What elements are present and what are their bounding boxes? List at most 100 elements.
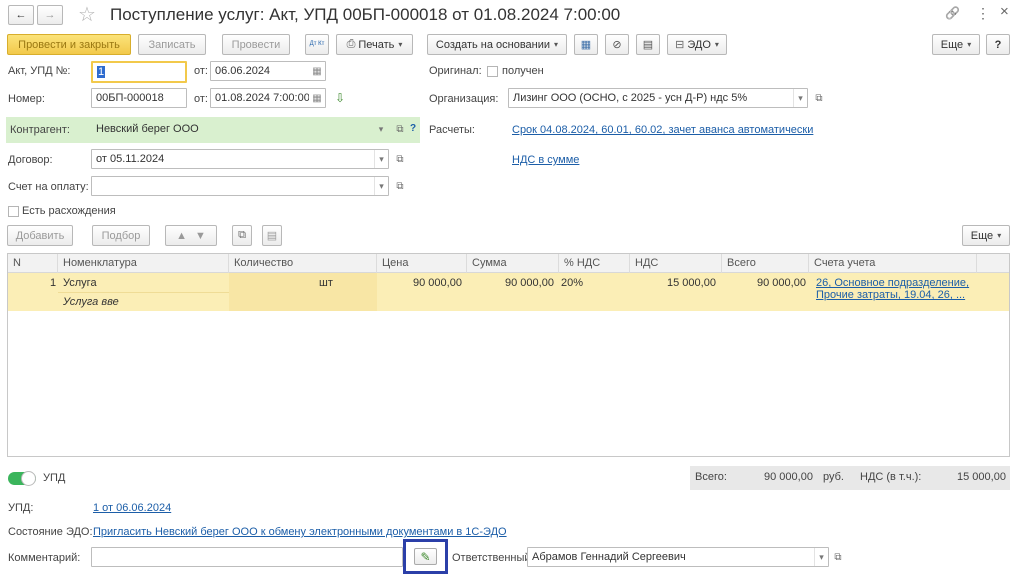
print-button[interactable]: ⎙ Печать ▾ bbox=[336, 34, 413, 55]
toggle-knob bbox=[21, 471, 36, 486]
calendar-icon[interactable]: ▦ bbox=[309, 89, 325, 107]
save-button[interactable]: Записать bbox=[138, 34, 206, 55]
number-label: Номер: bbox=[8, 93, 45, 105]
number-date-value: 01.08.2024 7:00:00 bbox=[215, 92, 309, 104]
act-number-input[interactable]: 1 bbox=[91, 61, 187, 83]
row-accounts-link-2[interactable]: Прочие затраты, 19.04, 26, ... bbox=[816, 289, 965, 301]
invoice-select[interactable]: ▾ bbox=[91, 176, 389, 196]
favorite-star-icon[interactable]: ☆ bbox=[78, 2, 96, 27]
edo-state-label: Состояние ЭДО: bbox=[8, 526, 93, 538]
col-accounts[interactable]: Счета учета bbox=[809, 254, 977, 273]
table-row[interactable]: 1 Услуга Услуга вве шт 90 000,00 90 000,… bbox=[8, 273, 1009, 311]
settlements-label: Расчеты: bbox=[429, 124, 475, 136]
attachment-icon[interactable]: ⊘ bbox=[605, 34, 629, 55]
move-up-down-button[interactable]: ▲ ▼ bbox=[165, 225, 217, 246]
upd-link[interactable]: 1 от 06.06.2024 bbox=[93, 502, 171, 514]
row-item-content[interactable]: Услуга вве bbox=[63, 296, 119, 308]
chevron-down-icon[interactable]: ▾ bbox=[814, 548, 828, 566]
act-number-value: 1 bbox=[97, 66, 106, 78]
organization-select[interactable]: Лизинг ООО (ОСНО, с 2025 - усн Д-Р) ндс … bbox=[508, 88, 808, 108]
arrow-up-icon: ▲ bbox=[176, 229, 187, 242]
counterparty-select[interactable]: Невский берег ООО ▾ bbox=[91, 119, 389, 139]
row-unit[interactable]: шт bbox=[319, 277, 333, 289]
open-counterparty-icon[interactable]: ⧉ bbox=[393, 122, 407, 136]
col-quantity[interactable]: Количество bbox=[229, 254, 377, 273]
edit-pencil-icon[interactable]: ✎ bbox=[414, 548, 437, 565]
document-icon[interactable]: ▤ bbox=[636, 34, 660, 55]
open-contract-icon[interactable]: ⧉ bbox=[393, 152, 407, 166]
col-n[interactable]: N bbox=[8, 254, 58, 273]
act-number-label: Акт, УПД №: bbox=[8, 65, 71, 77]
contract-select[interactable]: от 05.11.2024 ▾ bbox=[91, 149, 389, 169]
vat-in-sum-link[interactable]: НДС в сумме bbox=[512, 154, 579, 166]
row-total[interactable]: 90 000,00 bbox=[757, 277, 806, 289]
title-bar: ← → ☆ Поступление услуг: Акт, УПД 00БП-0… bbox=[0, 0, 1024, 30]
organization-value: Лизинг ООО (ОСНО, с 2025 - усн Д-Р) ндс … bbox=[513, 92, 748, 104]
forward-button[interactable]: → bbox=[37, 5, 63, 25]
chevron-down-icon[interactable]: ▾ bbox=[374, 120, 388, 138]
counterparty-label: Контрагент: bbox=[10, 124, 70, 136]
table-more-button[interactable]: Еще ▾ bbox=[962, 225, 1010, 246]
open-organization-icon[interactable]: ⧉ bbox=[812, 91, 826, 105]
calendar-icon[interactable]: ▦ bbox=[309, 62, 325, 80]
counterparty-help-icon[interactable]: ? bbox=[410, 123, 416, 134]
more-menu-icon[interactable]: ⋮ bbox=[976, 5, 990, 22]
row-item[interactable]: Услуга bbox=[63, 277, 97, 289]
table-more-label: Еще bbox=[970, 229, 994, 242]
back-button[interactable]: ← bbox=[8, 5, 34, 25]
col-price[interactable]: Цена bbox=[377, 254, 467, 273]
paste-row-icon[interactable]: ▤ bbox=[262, 225, 282, 246]
create-based-label: Создать на основании bbox=[435, 38, 551, 51]
post-button[interactable]: Провести bbox=[222, 34, 290, 55]
row-divider bbox=[58, 292, 229, 293]
open-responsible-icon[interactable]: ⧉ bbox=[831, 550, 845, 564]
row-vat-rate[interactable]: 20% bbox=[561, 277, 583, 289]
structure-icon[interactable]: ▦ bbox=[574, 34, 598, 55]
chevron-down-icon: ▾ bbox=[967, 40, 972, 49]
chevron-down-icon: ▾ bbox=[554, 40, 559, 49]
number-input[interactable]: 00БП-000018 bbox=[91, 88, 187, 108]
col-sum[interactable]: Сумма bbox=[467, 254, 559, 273]
upd-toggle[interactable] bbox=[8, 471, 36, 486]
open-invoice-icon[interactable]: ⧉ bbox=[393, 179, 407, 193]
responsible-select[interactable]: Абрамов Геннадий Сергеевич ▾ bbox=[527, 547, 829, 567]
act-date-input[interactable]: 06.06.2024 ▦ bbox=[210, 61, 326, 81]
link-icon[interactable]: 🔗 bbox=[945, 6, 960, 20]
vat-total-value: 15 000,00 bbox=[957, 471, 1006, 483]
pick-button[interactable]: Подбор bbox=[92, 225, 150, 246]
col-vat[interactable]: НДС bbox=[630, 254, 722, 273]
copy-row-icon[interactable]: ⧉ bbox=[232, 225, 252, 246]
original-received-checkbox[interactable] bbox=[487, 66, 498, 77]
row-price[interactable]: 90 000,00 bbox=[413, 277, 462, 289]
fill-down-icon[interactable]: ⇩ bbox=[335, 91, 345, 105]
original-received-label: получен bbox=[502, 65, 544, 77]
close-icon[interactable]: × bbox=[1000, 3, 1009, 20]
col-item[interactable]: Номенклатура bbox=[58, 254, 229, 273]
act-date-from-label: от: bbox=[194, 65, 208, 77]
col-total[interactable]: Всего bbox=[722, 254, 809, 273]
col-vat-rate[interactable]: % НДС bbox=[559, 254, 630, 273]
row-sum[interactable]: 90 000,00 bbox=[505, 277, 554, 289]
edo-invite-link[interactable]: Пригласить Невский берег ООО к обмену эл… bbox=[93, 526, 507, 538]
more-button[interactable]: Еще ▾ bbox=[932, 34, 980, 55]
row-vat[interactable]: 15 000,00 bbox=[667, 277, 716, 289]
edo-icon: ⊟ bbox=[675, 39, 685, 51]
create-based-on-button[interactable]: Создать на основании ▾ bbox=[427, 34, 567, 55]
number-date-input[interactable]: 01.08.2024 7:00:00 ▦ bbox=[210, 88, 326, 108]
chevron-down-icon[interactable]: ▾ bbox=[793, 89, 807, 107]
post-and-close-button[interactable]: Провести и закрыть bbox=[7, 34, 131, 55]
chevron-down-icon[interactable]: ▾ bbox=[374, 177, 388, 195]
services-table: N Номенклатура Количество Цена Сумма % Н… bbox=[7, 253, 1010, 457]
comment-input[interactable] bbox=[91, 547, 403, 567]
contract-label: Договор: bbox=[8, 154, 53, 166]
responsible-value: Абрамов Геннадий Сергеевич bbox=[532, 551, 686, 563]
help-button[interactable]: ? bbox=[986, 34, 1010, 55]
add-row-button[interactable]: Добавить bbox=[7, 225, 73, 246]
edo-button[interactable]: ⊟ ЭДО ▾ bbox=[667, 34, 727, 55]
row-accounts-link-1[interactable]: 26, Основное подразделение, bbox=[816, 277, 969, 289]
chevron-down-icon[interactable]: ▾ bbox=[374, 150, 388, 168]
organization-label: Организация: bbox=[429, 93, 499, 105]
discrepancy-checkbox[interactable] bbox=[8, 206, 19, 217]
settlements-link[interactable]: Срок 04.08.2024, 60.01, 60.02, зачет ава… bbox=[512, 124, 813, 136]
dtkt-icon[interactable]: Дт Кт bbox=[305, 34, 329, 55]
